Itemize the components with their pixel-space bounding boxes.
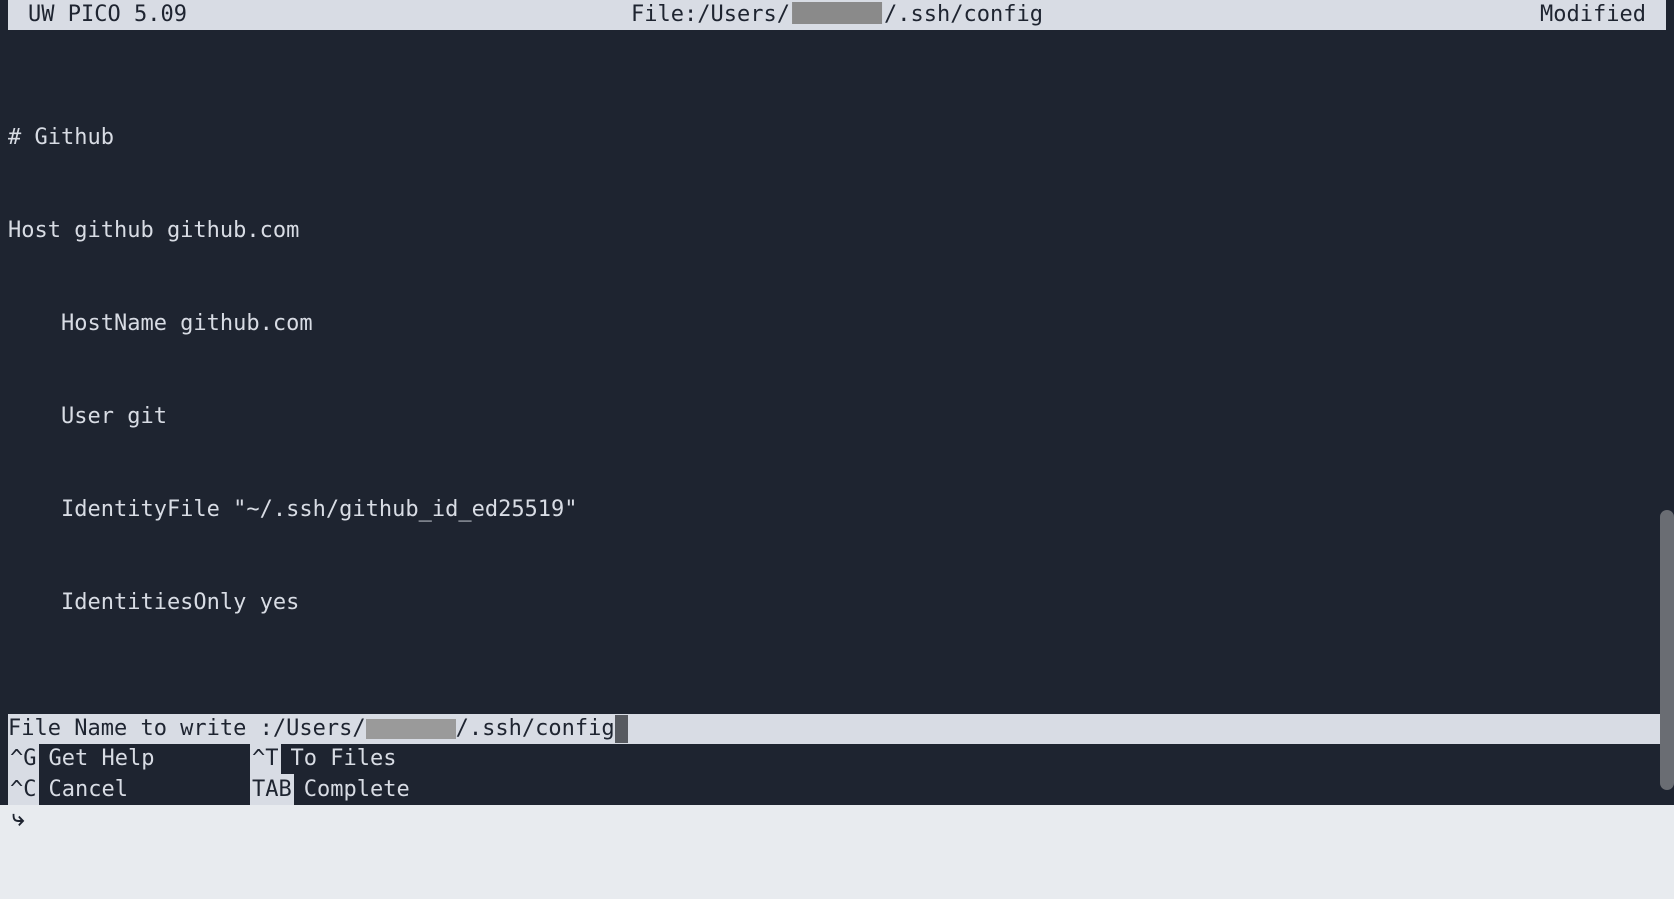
editor-line: Host github github.com bbox=[8, 215, 1666, 246]
shortcut-row: ^G Get Help ^T To Files bbox=[8, 743, 1666, 774]
shortcut-key: ^T bbox=[250, 743, 281, 774]
shortcut-cancel[interactable]: ^C Cancel bbox=[8, 774, 250, 805]
shortcut-bar: ^G Get Help ^T To Files ^C Cancel TAB Co… bbox=[8, 743, 1666, 805]
shortcut-label: To Files bbox=[281, 743, 397, 774]
filename-prompt[interactable]: File Name to write : /Users/ /.ssh/confi… bbox=[8, 714, 1666, 744]
prompt-label: File Name to write : bbox=[8, 714, 273, 744]
editor-line: IdentityFile "~/.ssh/github_id_ed25519" bbox=[8, 494, 1666, 525]
editor-line: IdentitiesOnly yes bbox=[8, 587, 1666, 618]
shortcut-key: TAB bbox=[250, 774, 294, 805]
editor-line: User git bbox=[8, 401, 1666, 432]
shell-prompt-icon: ⤷ bbox=[12, 806, 24, 831]
prompt-value-suffix: /.ssh/config bbox=[456, 714, 615, 744]
shortcut-key: ^G bbox=[8, 743, 39, 774]
prompt-value-prefix: /Users/ bbox=[273, 714, 366, 744]
shortcut-label: Complete bbox=[294, 774, 410, 805]
shortcut-row: ^C Cancel TAB Complete bbox=[8, 774, 1666, 805]
shortcut-label: Cancel bbox=[39, 774, 128, 805]
shortcut-label: Get Help bbox=[39, 743, 155, 774]
editor-line: HostName github.com bbox=[8, 308, 1666, 339]
modified-status: Modified bbox=[1540, 0, 1646, 30]
redacted-username bbox=[792, 2, 882, 24]
shortcut-complete[interactable]: TAB Complete bbox=[250, 774, 492, 805]
redacted-username bbox=[366, 719, 456, 739]
cursor bbox=[615, 715, 628, 743]
scrollbar[interactable] bbox=[1660, 510, 1674, 790]
bottom-shell-area: ⤷ bbox=[0, 805, 1674, 899]
shortcut-get-help[interactable]: ^G Get Help bbox=[8, 743, 250, 774]
app-name: UW PICO 5.09 bbox=[28, 0, 187, 30]
editor-line: # Github bbox=[8, 122, 1666, 153]
file-path-suffix: /.ssh/config bbox=[884, 0, 1043, 30]
shortcut-key: ^C bbox=[8, 774, 39, 805]
file-path-prefix: /Users/ bbox=[697, 0, 790, 30]
shortcut-to-files[interactable]: ^T To Files bbox=[250, 743, 492, 774]
file-label: File: bbox=[631, 0, 697, 30]
editor-content[interactable]: # Github Host github github.com HostName… bbox=[8, 30, 1666, 680]
file-path: File: /Users/ /.ssh/config bbox=[631, 0, 1043, 30]
title-bar: UW PICO 5.09 File: /Users/ /.ssh/config … bbox=[8, 0, 1666, 30]
